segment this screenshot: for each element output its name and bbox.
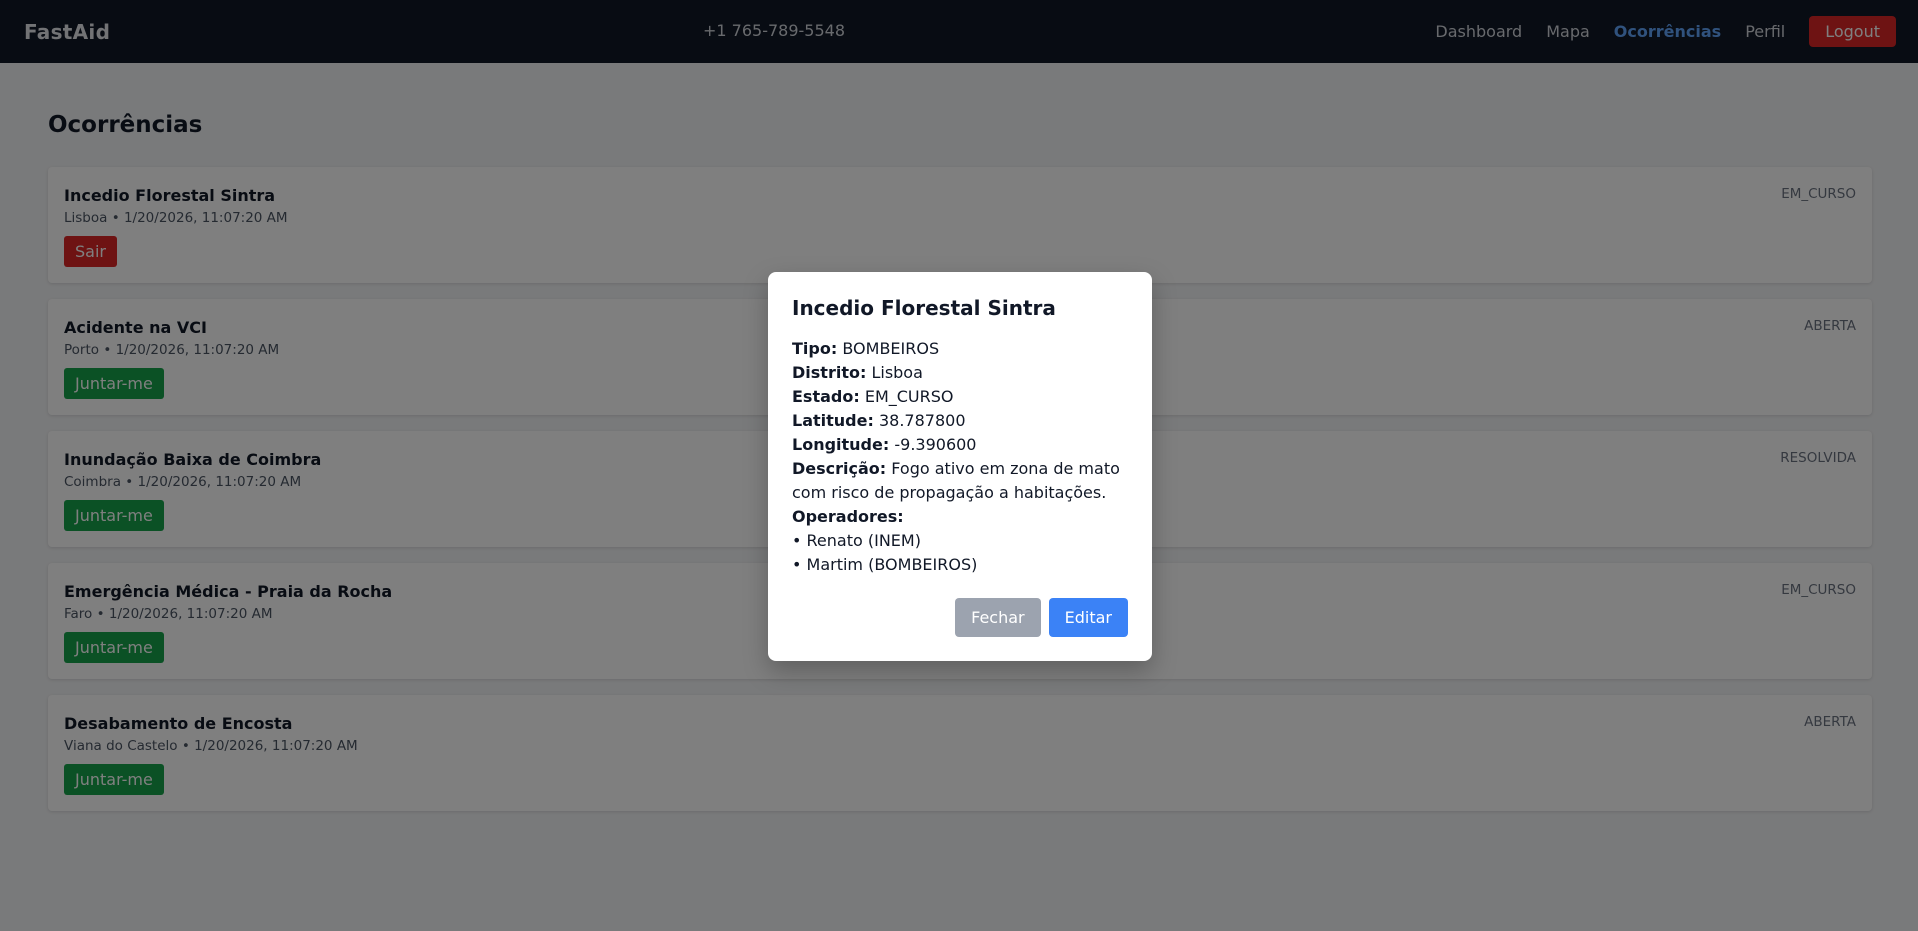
field-label: Descrição: (792, 459, 887, 478)
field-value: EM_CURSO (864, 387, 954, 406)
field-label: Longitude: (792, 435, 890, 454)
field-latitude: Latitude: 38.787800 (792, 409, 1128, 433)
field-label: Distrito: (792, 363, 867, 382)
field-distrito: Distrito: Lisboa (792, 361, 1128, 385)
operators-heading: Operadores: (792, 505, 1128, 529)
edit-button[interactable]: Editar (1048, 598, 1128, 637)
modal-actions: Fechar Editar (955, 598, 1128, 637)
operator-item: • Renato (INEM) (792, 531, 921, 550)
field-label: Operadores: (792, 507, 904, 526)
field-label: Latitude: (792, 411, 874, 430)
field-value: BOMBEIROS (842, 339, 940, 358)
occurrence-detail-modal: Incedio Florestal Sintra Tipo: BOMBEIROS… (768, 272, 1152, 661)
field-estado: Estado: EM_CURSO (792, 385, 1128, 409)
modal-title: Incedio Florestal Sintra (792, 296, 1056, 320)
field-value: -9.390600 (894, 435, 977, 454)
close-button[interactable]: Fechar (955, 598, 1041, 637)
field-longitude: Longitude: -9.390600 (792, 433, 1128, 457)
field-value: 38.787800 (878, 411, 966, 430)
field-label: Estado: (792, 387, 860, 406)
field-descricao: Descrição: Fogo ativo em zona de mato co… (792, 457, 1128, 505)
field-tipo: Tipo: BOMBEIROS (792, 337, 1128, 361)
field-label: Tipo: (792, 339, 838, 358)
field-value: Lisboa (871, 363, 923, 382)
operator-item: • Martim (BOMBEIROS) (792, 555, 978, 574)
